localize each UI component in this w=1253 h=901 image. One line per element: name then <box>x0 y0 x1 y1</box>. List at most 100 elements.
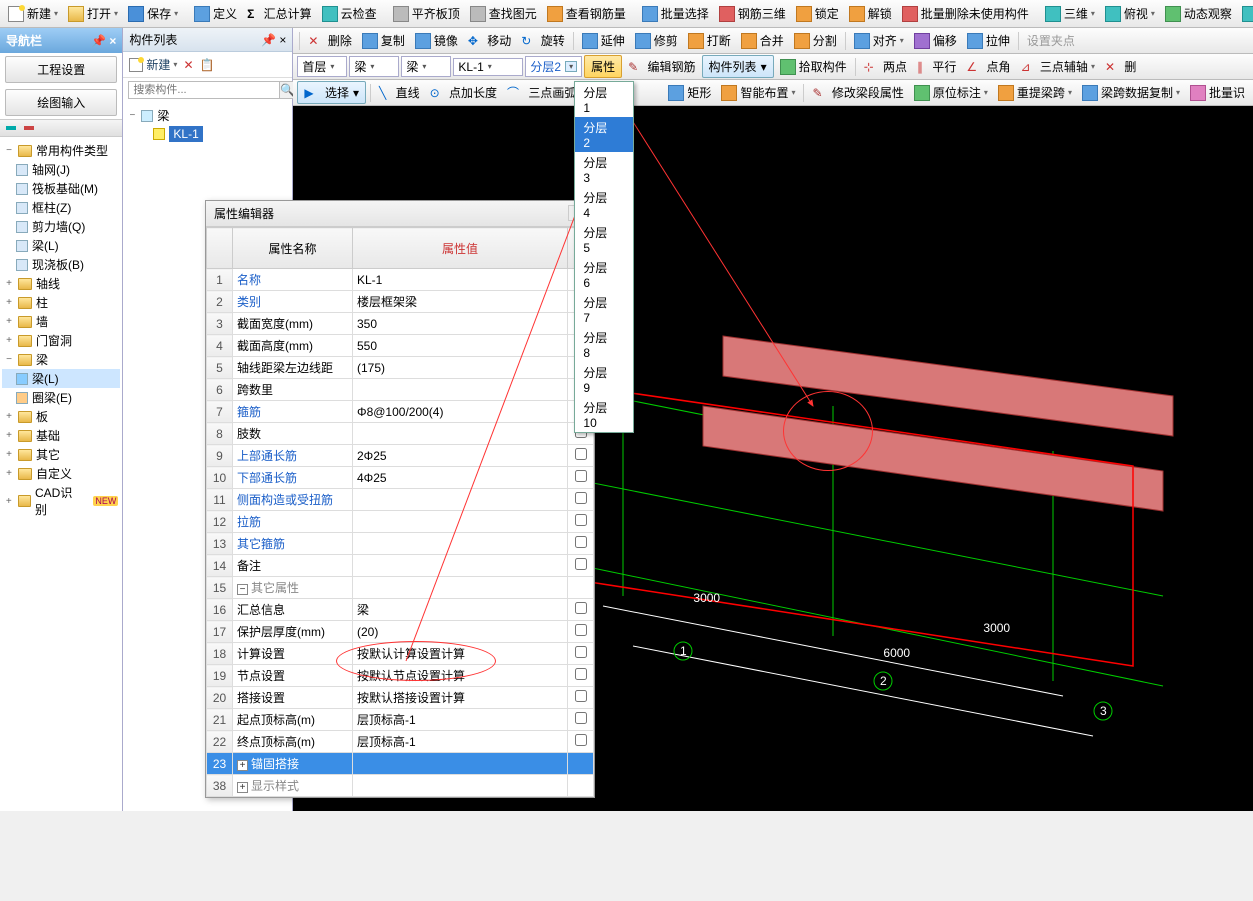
del-aux-button[interactable]: ✕ 删 <box>1101 56 1140 77</box>
floor-combo[interactable]: 首层▾ <box>297 56 347 77</box>
layer-option[interactable]: 分层2 <box>575 117 633 152</box>
layer-option[interactable]: 分层4 <box>575 187 633 222</box>
attach-checkbox[interactable] <box>575 514 587 526</box>
prop-row[interactable]: 38+显示样式 <box>207 775 594 797</box>
comp-search-input[interactable] <box>128 81 280 99</box>
prop-row[interactable]: 2类别楼层框架梁 <box>207 291 594 313</box>
prop-row[interactable]: 21起点顶标高(m)层顶标高-1 <box>207 709 594 731</box>
rect-button[interactable]: 矩形 <box>664 82 715 103</box>
three-aux-button[interactable]: ⊿ 三点辅轴▾ <box>1017 56 1099 77</box>
two-pt-button[interactable]: ⊹ 两点 <box>860 56 911 77</box>
tree-ring-beam[interactable]: 圈梁(E) <box>2 388 120 407</box>
prop-row[interactable]: 19节点设置按默认节点设置计算 <box>207 665 594 687</box>
comp-new-button[interactable]: 新建▾ <box>129 56 177 73</box>
extend-button[interactable]: 延伸 <box>578 30 629 51</box>
layer-option[interactable]: 分层7 <box>575 292 633 327</box>
comp-item[interactable]: KL-1 <box>127 125 288 143</box>
three-arc-button[interactable]: ⌒ 三点画弧 <box>503 82 580 103</box>
parallel-button[interactable]: ∥ 平行 <box>913 56 960 77</box>
unlock-button[interactable]: 解锁 <box>845 3 896 24</box>
attach-checkbox[interactable] <box>575 668 587 680</box>
stretch-button[interactable]: 拉伸 <box>963 30 1014 51</box>
tree-item[interactable]: 框柱(Z) <box>2 198 120 217</box>
property-editor[interactable]: 属性编辑器 属性名称 属性值 附加 1名称KL-12类别楼层框架梁3截面宽度(m… <box>205 200 595 798</box>
comp-copy-icon[interactable]: 📋 <box>200 58 215 72</box>
sum-calc-button[interactable]: Σ 汇总计算 <box>243 3 316 24</box>
layer-option[interactable]: 分层10 <box>575 397 633 432</box>
dyn-view-button[interactable]: 动态观察 <box>1161 3 1236 24</box>
layer-combo[interactable]: 分层2▾ <box>525 56 582 77</box>
edit-rebar-button[interactable]: ✎ 编辑钢筋 <box>624 56 699 77</box>
prop-title-bar[interactable]: 属性编辑器 <box>206 201 594 227</box>
mirror-button[interactable]: 镜像 <box>411 30 462 51</box>
edit-seg-button[interactable]: ✎ 修改梁段属性 <box>808 82 907 103</box>
tree-item[interactable]: 筏板基础(M) <box>2 179 120 198</box>
prop-row[interactable]: 10下部通长筋4Φ25 <box>207 467 594 489</box>
attach-checkbox[interactable] <box>575 734 587 746</box>
tree-beam-l[interactable]: 梁(L) <box>2 369 120 388</box>
prop-row[interactable]: 1名称KL-1 <box>207 269 594 291</box>
prop-row[interactable]: 7箍筋Φ8@100/200(4) <box>207 401 594 423</box>
pt-len-button[interactable]: ⊙ 点加长度 <box>426 82 501 103</box>
align-top-button[interactable]: 平齐板顶 <box>389 3 464 24</box>
prop-row[interactable]: 9上部通长筋2Φ25 <box>207 445 594 467</box>
comp-root[interactable]: −梁 <box>127 106 288 125</box>
tree-door[interactable]: +门窗洞 <box>2 331 120 350</box>
tree-col[interactable]: +柱 <box>2 293 120 312</box>
prop-row[interactable]: 3截面宽度(mm)350 <box>207 313 594 335</box>
new-button[interactable]: 新建▾ <box>4 3 62 24</box>
comp-delete-icon[interactable]: ✕ <box>183 58 193 72</box>
prop-row[interactable]: 14备注 <box>207 555 594 577</box>
tree-cad[interactable]: +CAD识别 NEW <box>2 483 120 519</box>
layer-option[interactable]: 分层1 <box>575 82 633 117</box>
draw-input-button[interactable]: 绘图输入 <box>5 89 117 116</box>
layer-option[interactable]: 分层3 <box>575 152 633 187</box>
copy-span-button[interactable]: 梁跨数据复制▾ <box>1078 82 1184 103</box>
define-button[interactable]: 定义 <box>190 3 241 24</box>
merge-button[interactable]: 合并 <box>737 30 788 51</box>
attach-checkbox[interactable] <box>575 536 587 548</box>
prop-row[interactable]: 17保护层厚度(mm)(20) <box>207 621 594 643</box>
layer-option[interactable]: 分层8 <box>575 327 633 362</box>
layer-option[interactable]: 分层9 <box>575 362 633 397</box>
nav-pin-icon[interactable]: 📌 × <box>91 34 116 48</box>
comp-pin-icon[interactable]: 📌 × <box>261 33 286 47</box>
prop-row[interactable]: 8肢数 <box>207 423 594 445</box>
batch-select-button[interactable]: 批量选择 <box>638 3 713 24</box>
layer-dropdown[interactable]: 分层1分层2分层3分层4分层5分层6分层7分层8分层9分层10 <box>574 81 634 433</box>
batch-del-button[interactable]: 批量删除未使用构件 <box>898 3 1033 24</box>
tree-grid[interactable]: +轴线 <box>2 274 120 293</box>
prop-row[interactable]: 11侧面构造或受扭筋 <box>207 489 594 511</box>
set-grip-button[interactable]: 设置夹点 <box>1023 30 1079 51</box>
category-combo[interactable]: 梁▾ <box>349 56 399 77</box>
attach-checkbox[interactable] <box>575 492 587 504</box>
prop-row[interactable]: 12拉筋 <box>207 511 594 533</box>
select-button[interactable]: ▶ 选择▾ <box>297 81 366 104</box>
relabel-span-button[interactable]: 重提梁跨▾ <box>994 82 1076 103</box>
tree-root[interactable]: −常用构件类型 <box>2 141 120 160</box>
copy-button[interactable]: 复制 <box>358 30 409 51</box>
pick-button[interactable]: 拾取构件 <box>776 56 851 77</box>
batch-rec-button[interactable]: 批量识 <box>1186 82 1249 103</box>
tree-item[interactable]: 梁(L) <box>2 236 120 255</box>
local-3d-button[interactable]: 局部三维 <box>1238 3 1253 24</box>
type-combo[interactable]: 梁▾ <box>401 56 451 77</box>
prop-row[interactable]: 23+锚固搭接 <box>207 753 594 775</box>
prop-row[interactable]: 20搭接设置按默认搭接设置计算 <box>207 687 594 709</box>
split-button[interactable]: 分割 <box>790 30 841 51</box>
tree-other[interactable]: +其它 <box>2 445 120 464</box>
cloud-check-button[interactable]: 云检查 <box>318 3 381 24</box>
tree-item[interactable]: 剪力墙(Q) <box>2 217 120 236</box>
tree-custom[interactable]: +自定义 <box>2 464 120 483</box>
tree-wall[interactable]: +墙 <box>2 312 120 331</box>
rebar-3d-button[interactable]: 钢筋三维 <box>715 3 790 24</box>
tree-item[interactable]: 轴网(J) <box>2 160 120 179</box>
delete-button[interactable]: ✕ 删除 <box>304 30 355 51</box>
save-button[interactable]: 保存▾ <box>124 3 182 24</box>
prop-row[interactable]: 22终点顶标高(m)层顶标高-1 <box>207 731 594 753</box>
prop-row[interactable]: 15−其它属性 <box>207 577 594 599</box>
ortho-button[interactable]: 俯视▾ <box>1101 3 1159 24</box>
prop-row[interactable]: 13其它箍筋 <box>207 533 594 555</box>
smart-button[interactable]: 智能布置▾ <box>717 82 799 103</box>
eng-settings-button[interactable]: 工程设置 <box>5 56 117 83</box>
